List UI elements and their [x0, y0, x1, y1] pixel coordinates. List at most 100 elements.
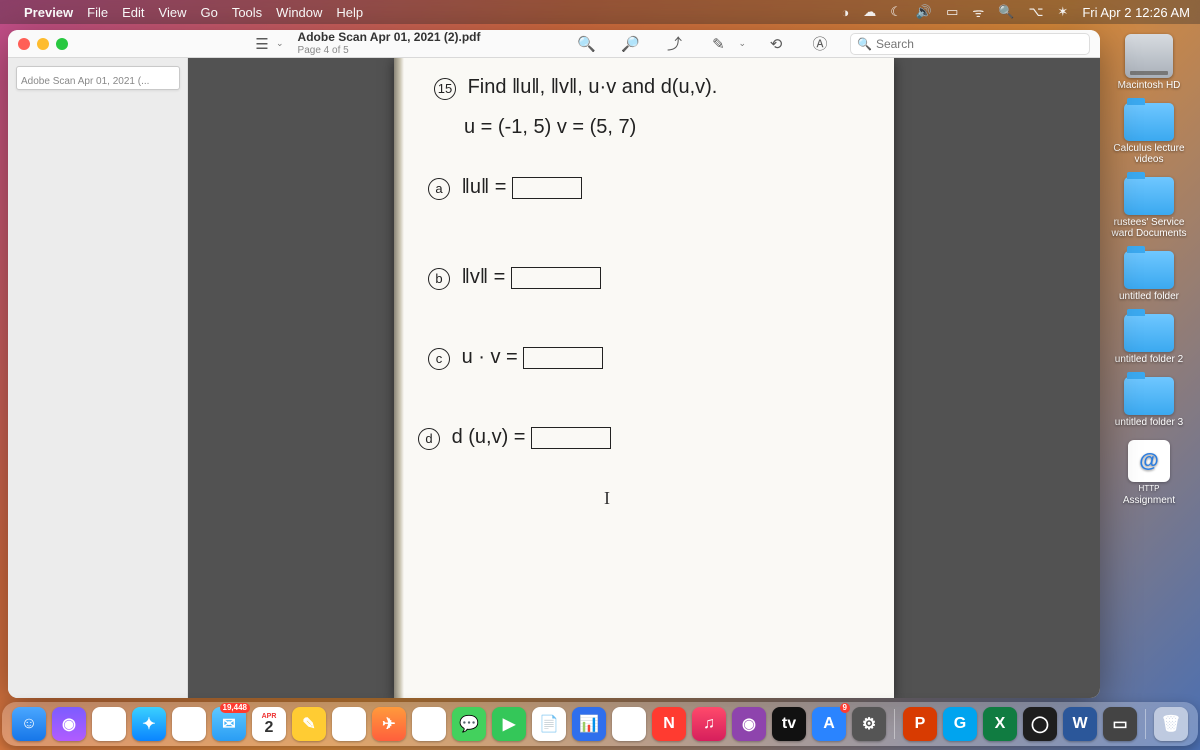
menu-window[interactable]: Window [276, 5, 322, 20]
search-field-wrap[interactable]: 🔍 [850, 33, 1090, 55]
folder-icon [1124, 177, 1174, 215]
dock-settings[interactable]: ⚙ [852, 707, 886, 741]
dock-maps[interactable]: ✈ [372, 707, 406, 741]
highlight-button[interactable]: Ⓐ [806, 32, 834, 56]
desktop-sub: HTTP [1139, 484, 1160, 493]
desktop-label: untitled folder 2 [1115, 354, 1183, 365]
dock-news[interactable]: N [652, 707, 686, 741]
answer-blank [523, 347, 603, 369]
dock-calendar[interactable]: APR 2 [252, 707, 286, 741]
search-input[interactable] [876, 37, 1083, 51]
desktop-folder-trustees[interactable]: rustees' Service ward Documents [1104, 177, 1194, 239]
status-icon-1[interactable]: ◑ [841, 5, 849, 20]
dock-trash[interactable]: 🗑 [1154, 707, 1188, 741]
part-c-text: u · v = [462, 346, 518, 368]
traffic-lights [18, 38, 68, 50]
hard-drive-icon [1125, 34, 1173, 78]
dock-tv[interactable]: tv [772, 707, 806, 741]
status-spotlight-icon[interactable]: 🔍 [998, 4, 1014, 20]
part-c-label: c [428, 348, 450, 370]
dock-app-dark[interactable]: ▭ [1103, 707, 1137, 741]
dock-powerpoint[interactable]: P [903, 707, 937, 741]
dock-appstore[interactable]: A 9 [812, 707, 846, 741]
dock-office[interactable]: 📄 [532, 707, 566, 741]
dock-messages[interactable]: 💬 [452, 707, 486, 741]
dock-siri[interactable]: ◉ [52, 707, 86, 741]
desktop-folder-calculus[interactable]: Calculus lecture videos [1104, 103, 1194, 165]
close-button[interactable] [18, 38, 30, 50]
dock-app-1[interactable]: ◧ [612, 707, 646, 741]
dock-excel[interactable]: X [983, 707, 1017, 741]
dock-word[interactable]: W [1063, 707, 1097, 741]
desktop-label: untitled folder [1119, 291, 1179, 302]
window-titlebar: ☰ ⌄ Adobe Scan Apr 01, 2021 (2).pdf Page… [8, 30, 1100, 58]
dock-podcasts[interactable]: ◉ [732, 707, 766, 741]
chevron-down-icon[interactable]: ⌄ [738, 38, 746, 49]
dock-app-g[interactable]: G [943, 707, 977, 741]
part-a-text: ‖u‖ = [462, 176, 507, 198]
menu-help[interactable]: Help [336, 5, 363, 20]
status-cloud-icon[interactable]: ☁ [863, 4, 876, 20]
dock-finder[interactable]: ☺ [12, 707, 46, 741]
share-button[interactable]: ⤴ [660, 32, 688, 56]
dock-mail[interactable]: ✉ 19,448 [212, 707, 246, 741]
document-canvas[interactable]: 15 Find ‖u‖, ‖v‖, u·v and d(u,v). u = (-… [188, 58, 1100, 698]
part-a-label: a [428, 178, 450, 200]
zoom-out-button[interactable]: 🔍 [572, 32, 600, 56]
rotate-button[interactable]: ⟲ [762, 32, 790, 56]
dock-music[interactable]: ♫ [692, 707, 726, 741]
preview-window: ☰ ⌄ Adobe Scan Apr 01, 2021 (2).pdf Page… [8, 30, 1100, 698]
status-sound-icon[interactable]: 🔊 [916, 4, 932, 20]
desktop-webloc-assignment[interactable]: @ HTTP Assignment [1104, 440, 1194, 506]
menu-go[interactable]: Go [200, 5, 217, 20]
question-line-2: u = (-1, 5) v = (5, 7) [464, 116, 636, 139]
thumbnail-label: Adobe Scan Apr 01, 2021 (... [21, 76, 149, 87]
zoom-in-button[interactable]: 🔎 [616, 32, 644, 56]
status-user-icon[interactable]: ✶ [1057, 4, 1068, 20]
search-icon: 🔍 [857, 37, 872, 51]
menu-edit[interactable]: Edit [122, 5, 144, 20]
dock-separator [894, 709, 895, 739]
menu-view[interactable]: View [159, 5, 187, 20]
dock-safari[interactable]: ✦ [132, 707, 166, 741]
menu-clock[interactable]: Fri Apr 2 12:26 AM [1082, 5, 1190, 20]
dock-facetime[interactable]: ▶ [492, 707, 526, 741]
dock-keynote[interactable]: 📊 [572, 707, 606, 741]
desktop-folder-untitled-3[interactable]: untitled folder 3 [1104, 377, 1194, 428]
dock-app-circle[interactable]: ◯ [1023, 707, 1057, 741]
minimize-button[interactable] [37, 38, 49, 50]
dock-notes[interactable]: ✎ [292, 707, 326, 741]
chevron-down-icon[interactable]: ⌄ [276, 38, 284, 49]
desktop-label: Calculus lecture videos [1104, 143, 1194, 165]
desktop-label: untitled folder 3 [1115, 417, 1183, 428]
dock-launchpad[interactable]: ▦ [92, 707, 126, 741]
thumbnail-sidebar[interactable]: Adobe Scan Apr 01, 2021 (... [8, 58, 188, 698]
dock-reminders[interactable]: ☑ [332, 707, 366, 741]
thumbnail-item[interactable]: Adobe Scan Apr 01, 2021 (... [16, 66, 180, 90]
dock-photos[interactable]: ✿ [412, 707, 446, 741]
markup-button[interactable]: ✎ [704, 32, 732, 56]
part-d-label: d [418, 428, 440, 450]
status-control-center-icon[interactable]: ⌥ [1028, 4, 1043, 20]
menu-tools[interactable]: Tools [232, 5, 262, 20]
question-number: 15 [434, 78, 456, 100]
desktop-folder-untitled[interactable]: untitled folder [1104, 251, 1194, 302]
desktop-label: Assignment [1123, 495, 1175, 506]
answer-blank [531, 427, 611, 449]
question-line-1: Find ‖u‖, ‖v‖, u·v and d(u,v). [468, 76, 718, 98]
part-b-text: ‖v‖ = [462, 266, 506, 288]
dock: ☺ ◉ ▦ ✦ ◯ ✉ 19,448 APR 2 ✎ ☑ ✈ ✿ 💬 ▶ 📄 📊… [2, 702, 1198, 746]
dock-chrome[interactable]: ◯ [172, 707, 206, 741]
menu-file[interactable]: File [87, 5, 108, 20]
desktop-macintosh-hd[interactable]: Macintosh HD [1104, 34, 1194, 91]
answer-blank [512, 177, 582, 199]
status-wifi-icon[interactable]: ᯤ [972, 3, 984, 21]
status-battery-icon[interactable]: ▭ [946, 4, 958, 20]
app-name[interactable]: Preview [24, 5, 73, 20]
sidebar-toggle-button[interactable]: ☰ [248, 32, 276, 56]
fullscreen-button[interactable] [56, 38, 68, 50]
status-dnd-icon[interactable]: ☾ [890, 4, 902, 20]
desktop-folder-untitled-2[interactable]: untitled folder 2 [1104, 314, 1194, 365]
folder-icon [1124, 251, 1174, 289]
webloc-icon: @ [1128, 440, 1170, 482]
